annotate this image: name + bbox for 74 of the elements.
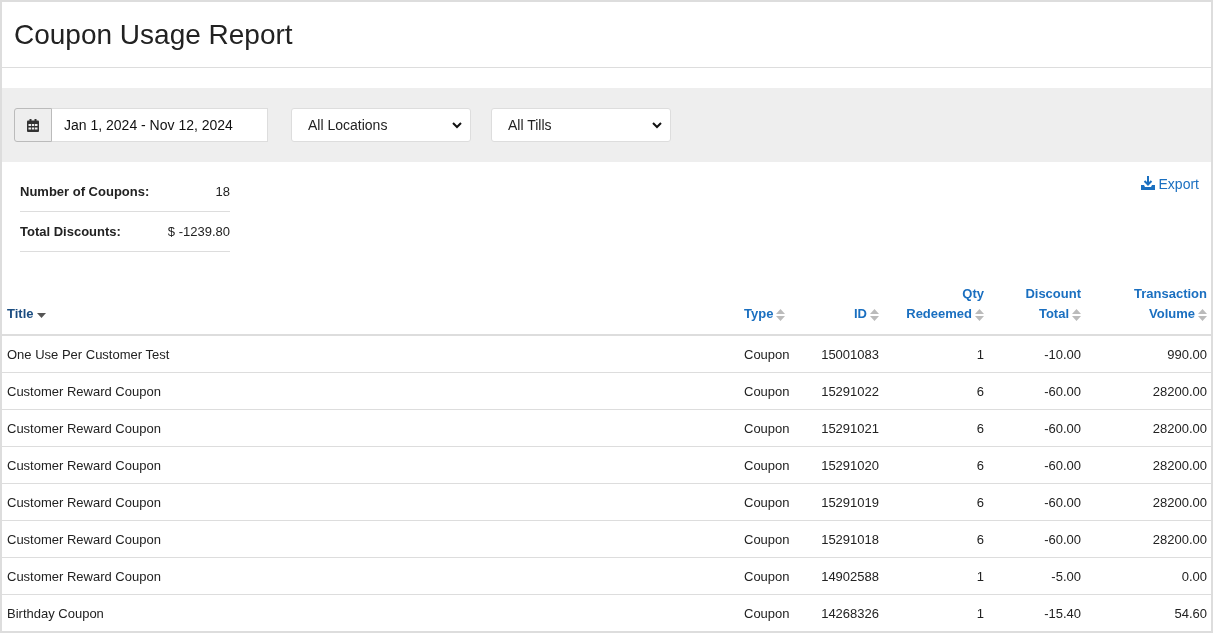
table-cell: Customer Reward Coupon — [2, 557, 739, 595]
column-header[interactable]: Discount Total — [988, 280, 1085, 335]
table-cell: -60.00 — [988, 409, 1085, 447]
table-cell: Customer Reward Coupon — [2, 483, 739, 521]
table-cell: Coupon — [739, 557, 803, 595]
calendar-button[interactable] — [14, 108, 52, 142]
location-select[interactable]: All Locations — [291, 108, 471, 142]
table-cell: Customer Reward Coupon — [2, 446, 739, 484]
calendar-icon — [27, 118, 39, 132]
export-link[interactable]: Export — [1140, 176, 1199, 192]
column-header[interactable]: Qty Redeemed — [883, 280, 988, 335]
sort-icon — [1072, 308, 1081, 321]
column-header[interactable]: ID — [803, 280, 883, 335]
sort-icon — [870, 308, 879, 321]
table-cell: Coupon — [739, 483, 803, 521]
chevron-icon — [452, 121, 462, 129]
table-cell: Coupon — [739, 409, 803, 447]
table-cell: Coupon — [739, 594, 803, 631]
date-range-field[interactable]: Jan 1, 2024 - Nov 12, 2024 — [52, 108, 268, 142]
summary-value: 18 — [215, 184, 230, 199]
table-cell: 15291018 — [803, 520, 883, 558]
table-cell: Coupon — [739, 520, 803, 558]
page-title: Coupon Usage Report — [14, 18, 293, 51]
sort-icon — [776, 308, 786, 321]
table-cell: 990.00 — [1085, 335, 1211, 373]
table-cell: 15291019 — [803, 483, 883, 521]
table-cell: -15.40 — [988, 594, 1085, 631]
chevron-icon — [652, 121, 662, 129]
table-cell: Birthday Coupon — [2, 594, 739, 631]
table-cell: One Use Per Customer Test — [2, 335, 739, 373]
table-cell: 1 — [883, 557, 988, 595]
table-cell: 6 — [883, 446, 988, 484]
table-cell: 15291020 — [803, 446, 883, 484]
table-cell: -60.00 — [988, 446, 1085, 484]
table-cell: 1 — [883, 335, 988, 373]
table-cell: -60.00 — [988, 372, 1085, 410]
table-cell: Customer Reward Coupon — [2, 520, 739, 558]
table-cell: Coupon — [739, 446, 803, 484]
table-cell: -60.00 — [988, 483, 1085, 521]
summary-label: Number of Coupons: — [20, 184, 150, 199]
sort-icon — [975, 308, 984, 321]
table-cell: Customer Reward Coupon — [2, 409, 739, 447]
table-cell: 14268326 — [803, 594, 883, 631]
table-cell: 15001083 — [803, 335, 883, 373]
table-cell: 28200.00 — [1085, 520, 1211, 558]
table-cell: 6 — [883, 409, 988, 447]
table-cell: 28200.00 — [1085, 372, 1211, 410]
table-cell: Coupon — [739, 335, 803, 373]
till-select[interactable]: All Tills — [491, 108, 671, 142]
summary-label: Total Discounts: — [20, 224, 121, 239]
table-cell: 54.60 — [1085, 594, 1211, 631]
table-cell: 15291022 — [803, 372, 883, 410]
table-cell: -60.00 — [988, 520, 1085, 558]
table-cell: -10.00 — [988, 335, 1085, 373]
table-cell: 6 — [883, 520, 988, 558]
sort-icon — [1198, 308, 1207, 321]
column-header[interactable]: Type — [739, 280, 803, 335]
download-icon — [1140, 176, 1155, 190]
summary-value: $ -1239.80 — [167, 224, 230, 239]
table-cell: Customer Reward Coupon — [2, 372, 739, 410]
table-cell: 1 — [883, 594, 988, 631]
sort-down-icon — [36, 311, 46, 318]
table-cell: 14902588 — [803, 557, 883, 595]
table-cell: 15291021 — [803, 409, 883, 447]
table-cell: -5.00 — [988, 557, 1085, 595]
column-header[interactable]: Title — [2, 280, 739, 335]
table-cell: 28200.00 — [1085, 483, 1211, 521]
table-cell: 0.00 — [1085, 557, 1211, 595]
table-cell: 6 — [883, 483, 988, 521]
table-cell: 28200.00 — [1085, 446, 1211, 484]
table-cell: 6 — [883, 372, 988, 410]
table-cell: Coupon — [739, 372, 803, 410]
column-header[interactable]: Transaction Volume — [1085, 280, 1211, 335]
table-cell: 28200.00 — [1085, 409, 1211, 447]
